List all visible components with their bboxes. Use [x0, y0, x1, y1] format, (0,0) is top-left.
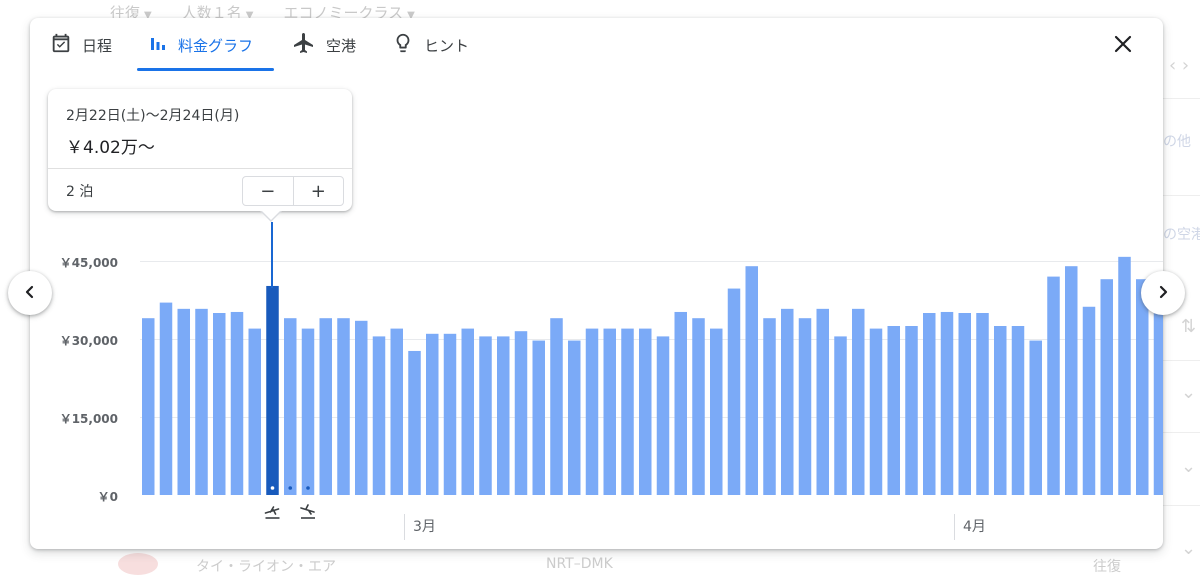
landing-icon [300, 504, 315, 519]
price-bar[interactable] [213, 313, 226, 495]
price-bar[interactable] [710, 328, 723, 495]
price-bar[interactable] [408, 350, 421, 495]
tooltip-divider [48, 168, 352, 169]
price-bar[interactable] [674, 311, 688, 495]
price-bar[interactable] [1082, 306, 1096, 495]
decrease-nights-button[interactable]: − [243, 177, 293, 205]
month-label-march: 3月 [404, 514, 436, 540]
price-bar[interactable] [1136, 279, 1149, 495]
price-bar[interactable] [905, 326, 918, 495]
price-tooltip: 2月22日(土)〜2月24日(月) ￥4.02万〜 2 泊 − + [48, 89, 352, 211]
price-bar[interactable] [1100, 279, 1114, 495]
bg-chevron-icon: ⌄ [1181, 382, 1197, 403]
price-bar[interactable] [656, 336, 670, 495]
bg-sort-icon: ⇅ [1181, 316, 1197, 337]
bg-route: NRT–DMK [546, 556, 613, 572]
price-bar[interactable] [692, 318, 705, 495]
tooltip-nights: 2 泊 [66, 184, 94, 200]
nights-stepper: − + [242, 176, 344, 206]
price-bar[interactable] [816, 308, 830, 495]
price-bar[interactable] [887, 326, 901, 495]
bg-airline-logo [118, 553, 158, 575]
price-bar[interactable] [1011, 326, 1025, 495]
price-bar[interactable] [461, 328, 475, 495]
price-bar[interactable] [390, 328, 404, 495]
price-bar[interactable] [1047, 276, 1060, 495]
price-bar[interactable] [337, 318, 350, 495]
price-bar[interactable] [621, 328, 634, 495]
price-bar[interactable] [940, 311, 954, 495]
price-bar[interactable] [355, 320, 368, 495]
price-bar[interactable] [142, 318, 155, 495]
price-bar[interactable] [745, 266, 759, 495]
month-label-april: 4月 [954, 514, 986, 540]
price-bar[interactable] [497, 336, 510, 495]
price-graph-dialog: 日程 料金グラフ 空港 ヒント ￥45,000 ￥30,000 ￥15,000 … [30, 18, 1163, 549]
tooltip-dates: 2月22日(土)〜2月24日(月) [66, 108, 240, 124]
price-bar[interactable] [923, 313, 936, 495]
bg-snippet-airport: の空港 [1163, 227, 1200, 243]
background-flight-row: タイ・ライオン・エア NRT–DMK 往復 [0, 551, 1200, 581]
price-bar[interactable] [585, 328, 599, 495]
price-bar[interactable] [159, 302, 173, 495]
bg-airline-name: タイ・ライオン・エア [196, 559, 336, 575]
price-bar[interactable] [1065, 266, 1078, 495]
price-bar[interactable] [177, 308, 191, 495]
bg-chevron-icon: ⌄ [1181, 456, 1197, 477]
price-bar[interactable] [958, 313, 972, 495]
tooltip-arrow [261, 210, 281, 220]
price-bar[interactable] [781, 308, 794, 495]
price-bar[interactable] [550, 318, 563, 495]
price-bar[interactable] [763, 318, 776, 495]
price-bar[interactable] [248, 328, 262, 495]
price-bar[interactable] [639, 328, 652, 495]
trip-range-dot [270, 486, 275, 490]
bg-snippet-other: の他 [1163, 134, 1191, 150]
bg-trip-type: 往復 [1093, 559, 1121, 575]
takeoff-icon [264, 506, 280, 519]
price-bar[interactable] [301, 328, 315, 495]
price-bar[interactable] [426, 333, 439, 495]
tooltip-price: ￥4.02万〜 [66, 138, 155, 158]
price-bar[interactable] [994, 326, 1007, 495]
trip-range-dot [288, 486, 293, 490]
price-bar[interactable] [1118, 256, 1131, 495]
price-bar[interactable] [852, 308, 865, 495]
price-bar[interactable] [532, 340, 546, 495]
chevron-right-icon [1156, 284, 1170, 303]
price-bar[interactable] [976, 313, 989, 495]
price-bar[interactable] [798, 318, 812, 495]
tooltip-connector [271, 222, 273, 288]
bg-prev-icon: ‹ › [1169, 55, 1190, 76]
price-bar[interactable] [514, 331, 528, 495]
price-bar[interactable] [834, 336, 847, 495]
price-bar[interactable] [727, 288, 741, 495]
previous-dates-button[interactable] [8, 271, 52, 315]
price-bar[interactable] [284, 318, 297, 495]
price-bar[interactable] [372, 336, 386, 495]
price-bar[interactable] [230, 311, 244, 495]
price-bar[interactable] [568, 340, 581, 495]
price-bar[interactable] [1153, 313, 1163, 495]
selected-price-bar[interactable] [266, 285, 279, 495]
price-bar[interactable] [603, 328, 617, 495]
price-bar[interactable] [195, 308, 208, 495]
price-bar[interactable] [1029, 340, 1043, 495]
price-bar[interactable] [869, 328, 883, 495]
chevron-left-icon [23, 284, 37, 303]
price-bar[interactable] [443, 333, 457, 495]
price-bar[interactable] [479, 336, 492, 495]
price-bar[interactable] [319, 318, 333, 495]
trip-range-dot [306, 486, 310, 490]
next-dates-button[interactable] [1141, 271, 1185, 315]
increase-nights-button[interactable]: + [292, 177, 344, 205]
